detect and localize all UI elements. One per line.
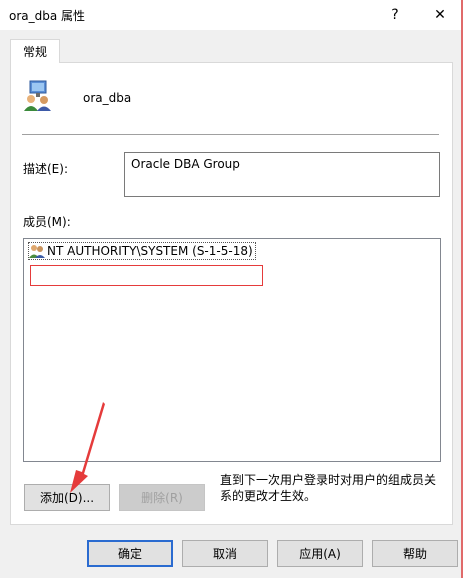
user-group-icon [29, 245, 45, 258]
members-label: 成员(M): [23, 215, 71, 229]
separator [22, 134, 439, 135]
group-name: ora_dba [83, 91, 132, 105]
remove-member-button[interactable]: 删除(R) [119, 484, 205, 511]
list-item[interactable]: NT AUTHORITY\SYSTEM (S-1-5-18) [28, 242, 256, 260]
tab-general-label: 常规 [22, 45, 47, 59]
group-icon [24, 80, 51, 111]
cancel-button[interactable]: 取消 [182, 540, 268, 567]
description-field[interactable]: Oracle DBA Group [124, 152, 440, 197]
help-button[interactable]: 帮助 [372, 540, 458, 567]
highlight-box [30, 265, 263, 286]
description-label: 描述(E): [23, 162, 68, 176]
title-bar: ora_dba 属性 ? ✕ [0, 0, 463, 30]
ok-button[interactable]: 确定 [87, 540, 173, 567]
close-icon[interactable]: ✕ [417, 0, 463, 30]
help-icon[interactable]: ? [372, 0, 418, 30]
member-name: NT AUTHORITY\SYSTEM (S-1-5-18) [47, 244, 253, 258]
window-title: ora_dba 属性 [9, 9, 86, 23]
membership-note: 直到下一次用户登录时对用户的组成员关系的更改才生效。 [220, 473, 437, 503]
tab-general[interactable]: 常规 [10, 39, 60, 63]
annotation-arrow [70, 402, 105, 493]
apply-button[interactable]: 应用(A) [277, 540, 363, 567]
description-value: Oracle DBA Group [131, 157, 240, 171]
